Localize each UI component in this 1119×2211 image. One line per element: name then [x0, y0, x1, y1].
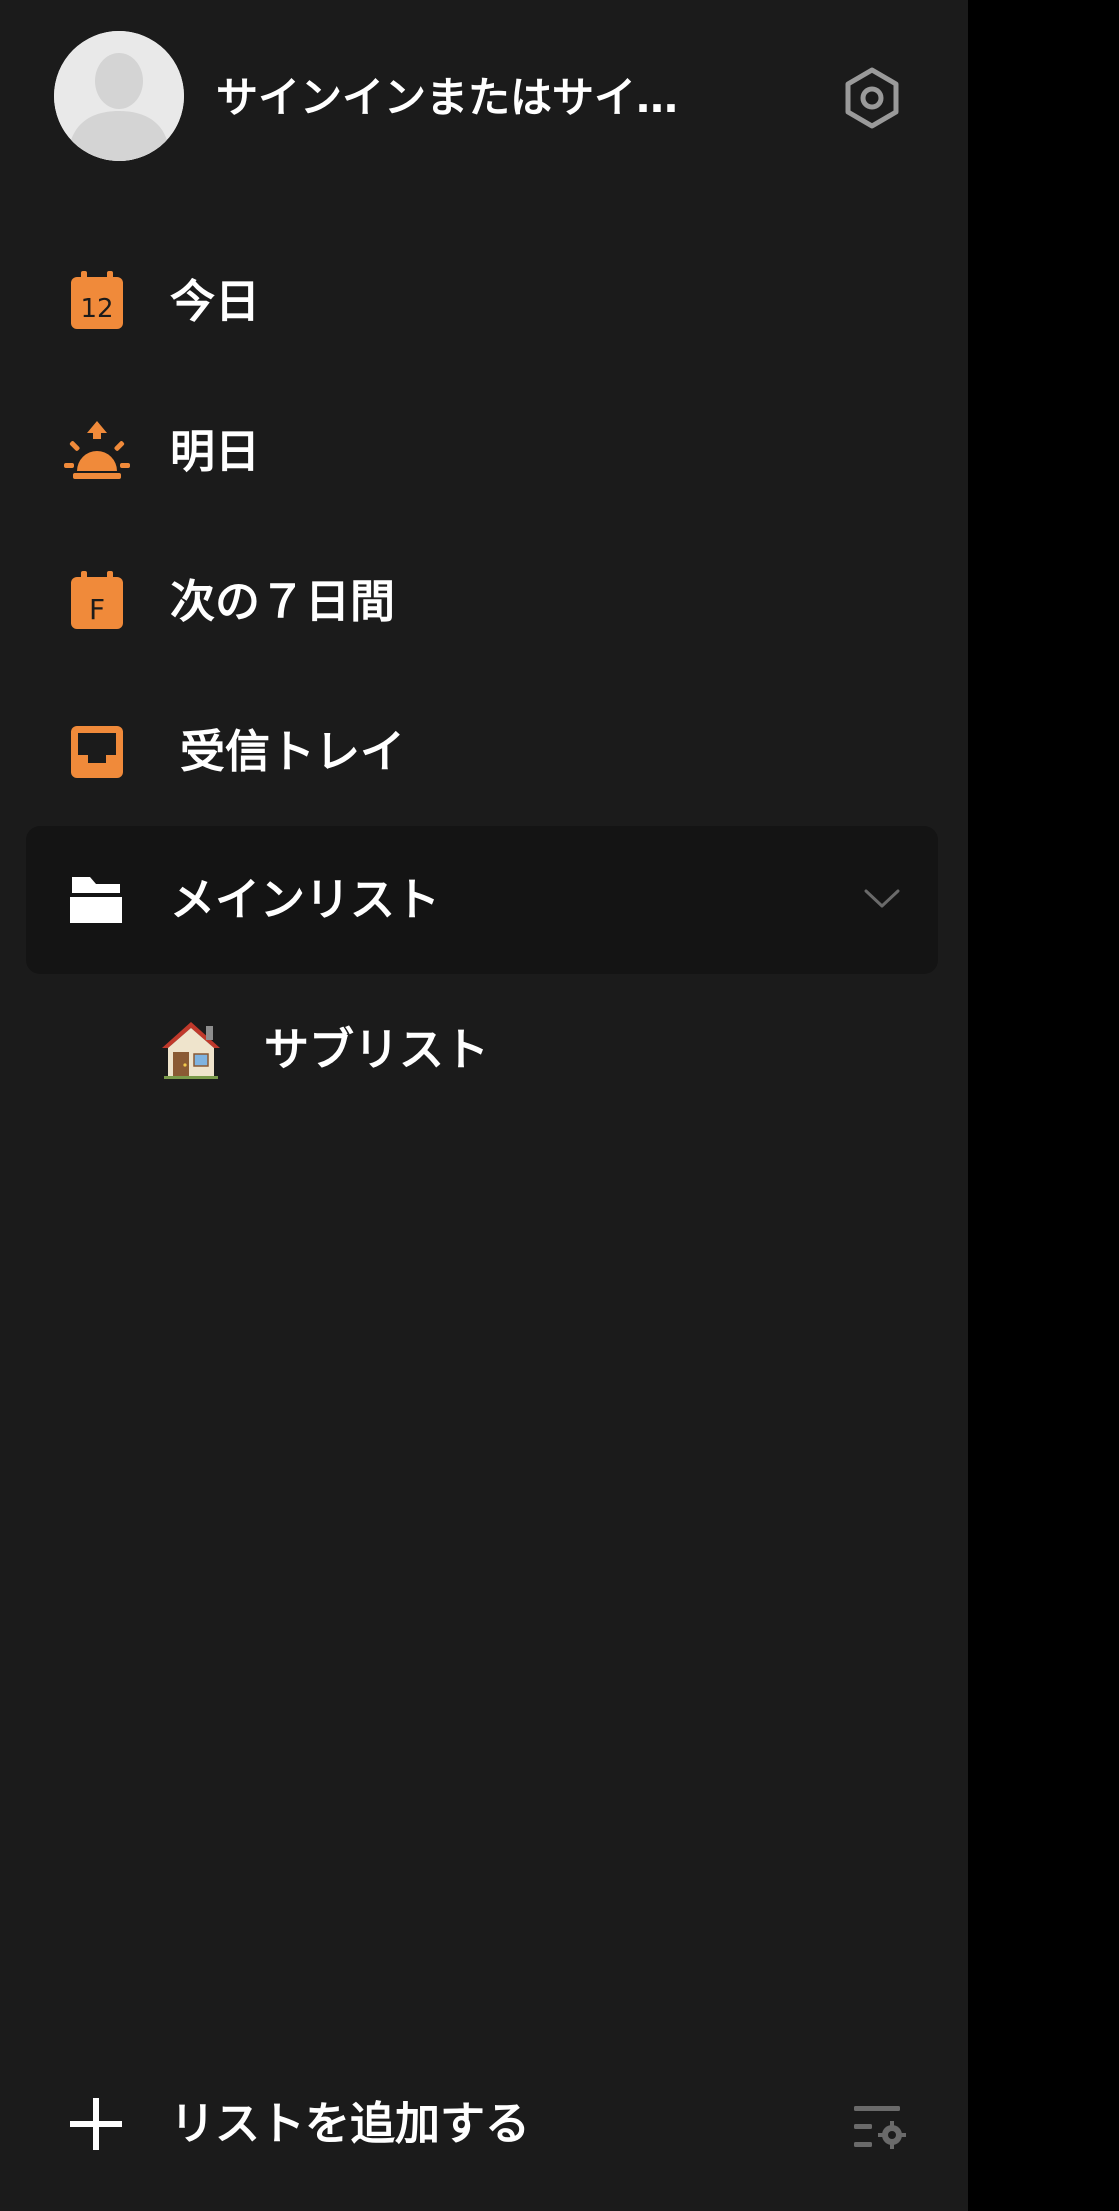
chevron-down-icon[interactable]: [862, 878, 902, 918]
nav-item-main-list[interactable]: メインリスト: [26, 826, 938, 974]
folder-open-icon: [64, 867, 130, 933]
svg-text:F: F: [89, 593, 105, 626]
hexagon-gear-icon: [845, 67, 899, 129]
sunrise-icon: [64, 419, 130, 485]
sign-in-label[interactable]: サインインまたはサイ…: [216, 70, 716, 126]
nav-item-label: 明日: [170, 425, 261, 478]
nav-item-tomorrow[interactable]: 明日: [26, 378, 938, 526]
dimmed-content-area[interactable]: [968, 0, 1119, 2211]
nav-item-label: サブリスト: [264, 1023, 490, 1076]
list-settings-icon[interactable]: [852, 2104, 908, 2152]
house-icon: [158, 1016, 224, 1082]
nav-item-next-7-days[interactable]: F 次の７日間: [26, 528, 938, 676]
calendar-today-icon: 12: [64, 269, 130, 335]
inbox-icon: [64, 719, 130, 785]
add-list-button[interactable]: リストを追加する: [26, 2060, 726, 2190]
nav-item-today[interactable]: 12 今日: [26, 228, 938, 376]
nav-item-label: 今日: [170, 275, 261, 328]
add-list-label: リストを追加する: [170, 2097, 531, 2150]
user-placeholder-icon: [54, 31, 184, 161]
nav-item-label: 次の７日間: [170, 575, 396, 628]
plus-icon: [70, 2098, 122, 2150]
avatar[interactable]: [54, 31, 184, 161]
nav-item-inbox[interactable]: 受信トレイ: [26, 678, 938, 826]
settings-button[interactable]: [840, 66, 904, 130]
navigation-drawer: サインインまたはサイ… 12 今日 明日 F 次の７日間 受信トレイ メインリス…: [0, 0, 968, 2211]
nav-item-label: メインリスト: [170, 873, 441, 926]
nav-item-sub-list[interactable]: サブリスト: [26, 976, 938, 1124]
svg-text:12: 12: [80, 294, 113, 324]
calendar-week-icon: F: [64, 569, 130, 635]
nav-item-label: 受信トレイ: [180, 725, 406, 778]
